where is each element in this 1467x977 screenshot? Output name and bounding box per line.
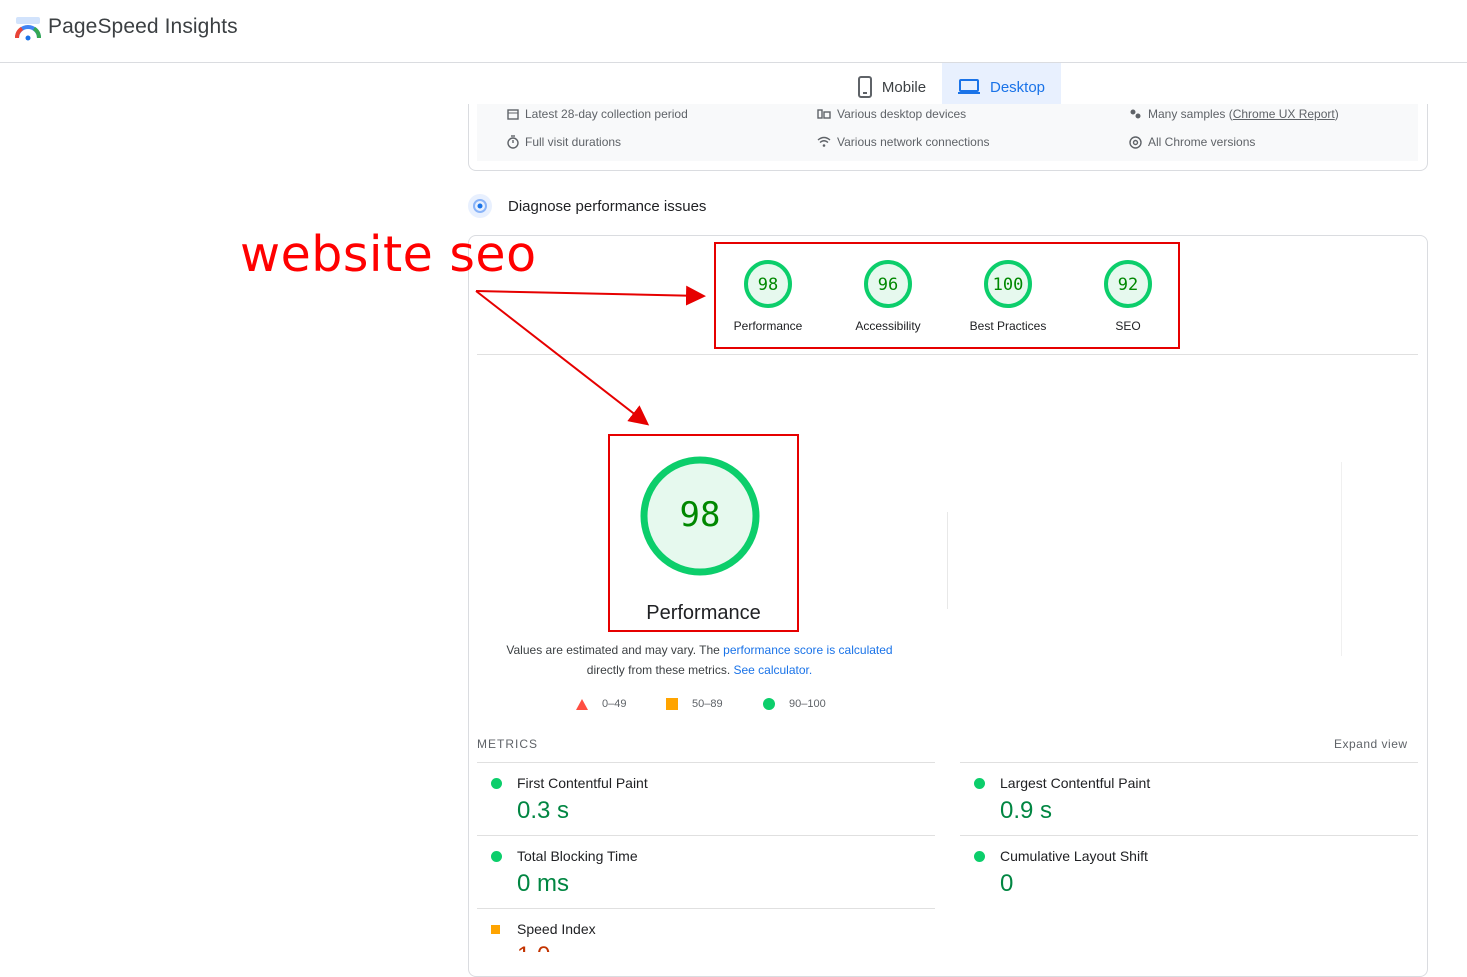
section-divider xyxy=(477,354,1418,355)
calendar-icon xyxy=(507,109,519,120)
screenshot-edge xyxy=(1341,462,1342,656)
metric-speed-index: Speed Index 1.0 xyxy=(477,908,935,952)
metric-fcp: First Contentful Paint 0.3 s xyxy=(477,762,935,835)
annotation-box-scores xyxy=(714,242,1180,349)
see-calculator-link[interactable]: See calculator. xyxy=(733,663,812,677)
triangle-icon xyxy=(576,698,588,710)
samples-icon xyxy=(1130,109,1141,119)
diagnose-heading: Diagnose performance issues xyxy=(508,198,707,215)
metrics-heading: METRICS xyxy=(477,737,538,751)
pagespeed-logo-icon[interactable] xyxy=(14,16,42,42)
crux-item-chrome: All Chrome versions xyxy=(1129,135,1255,149)
chrome-ux-report-link[interactable]: Chrome UX Report xyxy=(1233,107,1335,121)
metric-cls: Cumulative Layout Shift 0 xyxy=(960,835,1418,908)
phone-icon xyxy=(857,76,872,98)
performance-score-link[interactable]: performance score is calculated xyxy=(723,643,892,657)
crux-item-samples: Many samples (Chrome UX Report) xyxy=(1129,107,1339,121)
metric-tbt: Total Blocking Time 0 ms xyxy=(477,835,935,908)
wifi-icon xyxy=(817,136,831,147)
average-square-icon xyxy=(491,925,500,934)
crux-item-devices: Various desktop devices xyxy=(817,107,966,121)
score-note: Values are estimated and may vary. The p… xyxy=(506,643,893,677)
crux-item-period: Latest 28-day collection period xyxy=(507,107,688,121)
app-title[interactable]: PageSpeed Insights xyxy=(48,15,238,39)
metric-value: 0 ms xyxy=(517,870,570,897)
devices-icon xyxy=(817,109,831,119)
crux-item-durations: Full visit durations xyxy=(507,135,621,149)
annotation-box-performance xyxy=(608,434,799,632)
laptop-icon xyxy=(957,79,980,94)
expand-view-button[interactable]: Expand view xyxy=(1334,737,1408,751)
metric-lcp: Largest Contentful Paint 0.9 s xyxy=(960,762,1418,835)
pass-circle-icon xyxy=(491,851,502,862)
legend-average: 50–89 xyxy=(666,698,723,710)
pass-circle-icon xyxy=(974,851,985,862)
metric-value: 0.9 s xyxy=(1000,797,1053,824)
tab-desktop-label: Desktop xyxy=(989,78,1046,96)
legend-pass: 90–100 xyxy=(763,698,826,710)
metric-name: Total Blocking Time xyxy=(517,848,638,864)
pass-circle-icon xyxy=(974,778,985,789)
square-icon xyxy=(666,698,678,710)
lighthouse-icon xyxy=(468,194,492,218)
metric-value: 0.3 s xyxy=(517,797,570,824)
metric-value: 0 xyxy=(1000,870,1014,897)
pass-circle-icon xyxy=(491,778,502,789)
metric-name: Cumulative Layout Shift xyxy=(1000,848,1148,864)
metric-name: Speed Index xyxy=(517,921,596,937)
column-divider xyxy=(947,512,948,609)
crux-item-network: Various network connections xyxy=(817,135,990,149)
chrome-icon xyxy=(1129,135,1142,149)
legend-fail: 0–49 xyxy=(576,698,626,710)
circle-icon xyxy=(763,698,775,710)
tab-mobile-label: Mobile xyxy=(881,78,927,96)
metric-name: First Contentful Paint xyxy=(517,775,648,791)
stopwatch-icon xyxy=(507,135,519,149)
metric-name: Largest Contentful Paint xyxy=(1000,775,1151,791)
annotation-text: website seo xyxy=(240,226,537,283)
